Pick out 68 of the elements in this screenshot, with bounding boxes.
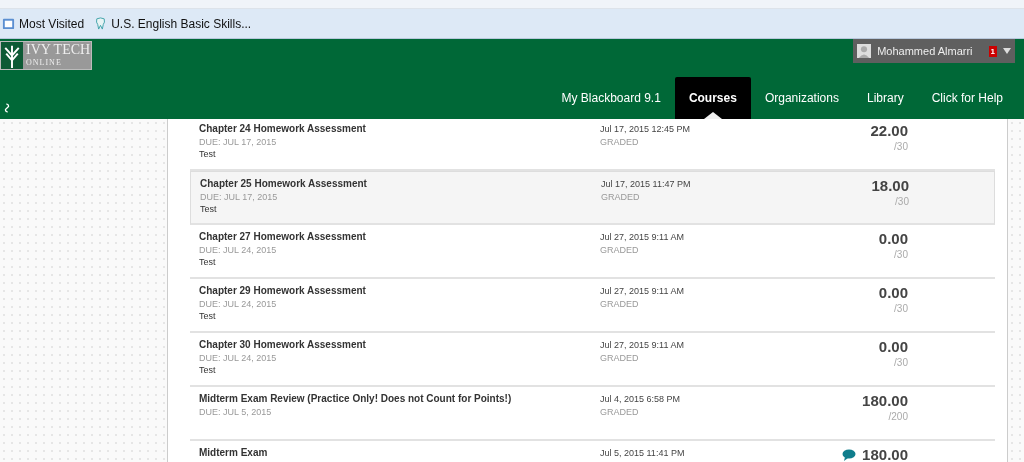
- user-name: Mohammed Almarri: [877, 45, 973, 57]
- item-title[interactable]: Chapter 29 Homework Assessment: [199, 284, 600, 298]
- caret-icon: [1003, 48, 1011, 54]
- notification-badge: 1: [988, 45, 997, 57]
- logo-title: IVY TECH: [26, 42, 88, 58]
- points-possible: /30: [894, 248, 908, 261]
- grade-status: GRADED: [600, 136, 640, 148]
- grade-status: GRADED: [600, 352, 640, 364]
- graded-date: Jul 27, 2015 9:11 AM: [600, 285, 685, 298]
- grade-row[interactable]: Midterm Exam Review (Practice Only! Does not Count for Points!) DUE: JUL 5, 2015 Jul 4, 2015 6:58 PM GRADED 180.00 /200: [190, 387, 995, 441]
- due-date: DUE: JUL 5, 2015: [199, 406, 273, 418]
- score: 0.00: [878, 230, 908, 248]
- grade-status: GRADED: [600, 406, 640, 418]
- item-title[interactable]: Midterm Exam: [199, 446, 600, 460]
- points-possible: /200: [888, 410, 908, 423]
- points-possible: /30: [894, 140, 908, 153]
- tooth-icon: [94, 17, 108, 30]
- points-possible: /30: [894, 356, 908, 369]
- points-possible: /30: [894, 302, 908, 315]
- folder-icon: [2, 17, 15, 30]
- graded-date: Jul 17, 2015 12:45 PM: [600, 123, 692, 136]
- points-possible: /30: [895, 195, 909, 208]
- nav-tab[interactable]: Library: [852, 77, 918, 119]
- score: 22.00: [870, 122, 908, 140]
- nav-tab[interactable]: Click for Help: [917, 77, 1017, 119]
- due-date: DUE: JUL 17, 2015: [200, 191, 279, 203]
- avatar-icon: [857, 44, 872, 58]
- score: 180.00: [862, 392, 908, 410]
- due-date: DUE: JUL 24, 2015: [199, 244, 278, 256]
- grade-row[interactable]: Midterm Exam Jul 5, 2015 11:41 PM 180.00: [190, 441, 995, 462]
- plant-icon: [1, 42, 23, 69]
- item-title[interactable]: Chapter 24 Homework Assessment: [199, 122, 600, 136]
- graded-date: Jul 5, 2015 11:41 PM: [600, 447, 686, 460]
- item-category: Test: [199, 148, 217, 160]
- grade-status: GRADED: [601, 191, 641, 203]
- item-category: Test: [199, 364, 217, 376]
- grade-row[interactable]: Chapter 30 Homework Assessment DUE: JUL 24, 2015 Test Jul 27, 2015 9:11 AM GRADED 0.00 /30: [190, 333, 995, 387]
- due-date: DUE: JUL 24, 2015: [199, 298, 278, 310]
- due-date: DUE: JUL 17, 2015: [199, 136, 278, 148]
- item-category: Test: [199, 256, 217, 268]
- bookmark-link[interactable]: U.S. English Basic Skills...: [94, 16, 252, 31]
- graded-date: Jul 27, 2015 9:11 AM: [600, 339, 685, 352]
- item-title[interactable]: Chapter 25 Homework Assessment: [200, 177, 601, 191]
- grade-status: GRADED: [600, 298, 640, 310]
- item-title[interactable]: Midterm Exam Review (Practice Only! Does not Count for Points!): [199, 392, 600, 406]
- grade-status: GRADED: [600, 244, 640, 256]
- score: 180.00: [862, 446, 908, 462]
- item-title[interactable]: Chapter 30 Homework Assessment: [199, 338, 600, 352]
- comment-icon[interactable]: [842, 449, 857, 461]
- graded-date: Jul 4, 2015 6:58 PM: [600, 393, 682, 406]
- nav-tab[interactable]: Organizations: [750, 77, 853, 119]
- user-menu[interactable]: Mohammed Almarri 1: [853, 39, 1015, 63]
- graded-date: Jul 17, 2015 11:47 PM: [601, 178, 692, 191]
- item-category: Test: [199, 310, 217, 322]
- grade-row[interactable]: Chapter 29 Homework Assessment DUE: JUL 24, 2015 Test Jul 27, 2015 9:11 AM GRADED 0.00 /30: [190, 279, 995, 333]
- graded-date: Jul 27, 2015 9:11 AM: [600, 231, 685, 244]
- logo-subtitle: ONLINE: [26, 58, 63, 67]
- score: 18.00: [871, 177, 909, 195]
- item-title[interactable]: Chapter 27 Homework Assessment: [199, 230, 600, 244]
- score: 0.00: [878, 284, 908, 302]
- grade-row[interactable]: Chapter 25 Homework Assessment DUE: JUL 17, 2015 Test Jul 17, 2015 11:47 PM GRADED 18.00 /30: [190, 171, 995, 225]
- bookmark-link[interactable]: Most Visited: [2, 16, 85, 31]
- score: 0.00: [878, 338, 908, 356]
- due-date: DUE: JUL 24, 2015: [199, 352, 278, 364]
- nav-tab[interactable]: Courses: [674, 77, 751, 119]
- item-category: Test: [200, 203, 218, 215]
- grade-row[interactable]: Chapter 27 Homework Assessment DUE: JUL 24, 2015 Test Jul 27, 2015 9:11 AM GRADED 0.00 /30: [190, 225, 995, 279]
- nav-tab[interactable]: My Blackboard 9.1: [547, 77, 675, 119]
